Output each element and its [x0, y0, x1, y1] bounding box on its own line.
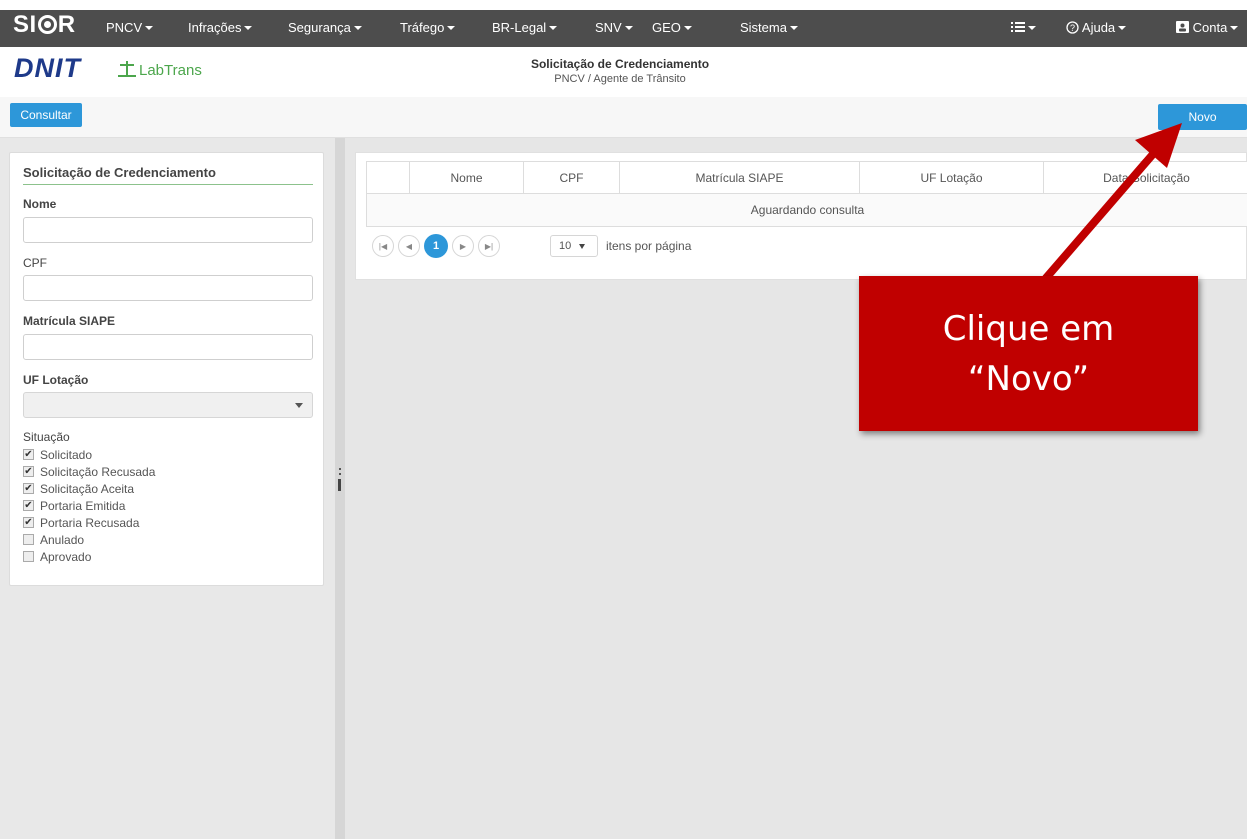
situacao-option[interactable]: ✔ Portaria Recusada — [23, 514, 139, 531]
title-divider — [23, 184, 313, 185]
novo-button[interactable]: Novo — [1158, 104, 1247, 130]
situacao-option[interactable]: ✔ Solicitação Aceita — [23, 480, 134, 497]
matricula-input[interactable] — [23, 334, 313, 360]
cpf-label: CPF — [23, 256, 47, 270]
first-page-icon[interactable]: |◀ — [372, 235, 394, 257]
column-data[interactable]: Data Solicitação — [1044, 162, 1247, 193]
consultar-button[interactable]: Consultar — [10, 103, 82, 127]
cpf-input[interactable] — [23, 275, 313, 301]
menu-pncv[interactable]: PNCV — [106, 20, 154, 35]
checkbox-checked-icon[interactable]: ✔ — [23, 500, 34, 511]
account-menu[interactable]: Conta — [1176, 20, 1239, 35]
checkbox-checked-icon[interactable]: ✔ — [23, 449, 34, 460]
caret-down-icon — [683, 26, 692, 30]
top-navbar: SI R PNCV Infrações Segurança Tráfego BR-… — [0, 0, 1247, 47]
help-menu[interactable]: ? Ajuda — [1066, 20, 1127, 35]
dropdown-arrow-icon — [579, 243, 586, 249]
annotation-callout: Clique em “Novo” — [859, 276, 1198, 431]
svg-text:?: ? — [1070, 23, 1075, 33]
column-cpf[interactable]: CPF — [524, 162, 620, 193]
menu-sistema[interactable]: Sistema — [740, 20, 798, 35]
situacao-option[interactable]: ✔ Solicitação Recusada — [23, 463, 155, 480]
main-content: Solicitação de Credenciamento Nome CPF M… — [0, 138, 1247, 839]
caret-down-icon — [1028, 26, 1036, 30]
page-header: DNIT LabTrans Solicitação de Credenciame… — [0, 47, 1247, 97]
situacao-option[interactable]: ✔ Portaria Emitida — [23, 497, 125, 514]
uf-label: UF Lotação — [23, 373, 89, 387]
situacao-option[interactable]: Aprovado — [23, 548, 91, 565]
dropdown-arrow-icon — [295, 403, 303, 408]
labtrans-icon — [118, 61, 136, 77]
current-page[interactable]: 1 — [424, 234, 448, 258]
situacao-label: Situação — [23, 430, 70, 444]
matricula-label: Matrícula SIAPE — [23, 314, 116, 328]
menu-geo[interactable]: GEO — [652, 20, 692, 35]
caret-down-icon — [145, 26, 154, 30]
caret-down-icon — [447, 26, 456, 30]
nome-input[interactable] — [23, 217, 313, 243]
situacao-option[interactable]: Anulado — [23, 531, 84, 548]
logo-o-icon — [37, 15, 57, 34]
last-page-icon[interactable]: ▶| — [478, 235, 500, 257]
user-card-icon — [1176, 21, 1189, 33]
column-select[interactable] — [367, 162, 410, 193]
checkbox-unchecked-icon[interactable] — [23, 534, 34, 545]
menu-br-legal[interactable]: BR-Legal — [492, 20, 558, 35]
list-menu-button[interactable] — [1011, 20, 1036, 35]
menu-infracoes[interactable]: Infrações — [188, 20, 253, 35]
sior-logo[interactable]: SI R — [13, 11, 76, 39]
column-matricula[interactable]: Matrícula SIAPE — [620, 162, 860, 193]
app-window: SI R PNCV Infrações Segurança Tráfego BR-… — [0, 0, 1247, 839]
results-column: Nome CPF Matrícula SIAPE UF Lotação Data… — [345, 138, 1247, 839]
breadcrumb: PNCV / Agente de Trânsito — [554, 73, 686, 85]
labtrans-logo: LabTrans — [118, 61, 202, 79]
caret-down-icon — [1230, 26, 1239, 30]
situacao-option[interactable]: ✔ Solicitado — [23, 446, 92, 463]
caret-down-icon — [353, 26, 362, 30]
action-toolbar: Consultar Novo — [0, 97, 1247, 138]
caret-down-icon — [1118, 26, 1127, 30]
checkbox-unchecked-icon[interactable] — [23, 551, 34, 562]
uf-select[interactable] — [23, 392, 313, 418]
caret-down-icon — [549, 26, 558, 30]
column-nome[interactable]: Nome — [410, 162, 524, 193]
checkbox-checked-icon[interactable]: ✔ — [23, 517, 34, 528]
checkbox-checked-icon[interactable]: ✔ — [23, 483, 34, 494]
panel-splitter[interactable] — [335, 138, 345, 839]
filter-title: Solicitação de Credenciamento — [23, 165, 216, 180]
results-grid: Nome CPF Matrícula SIAPE UF Lotação Data… — [355, 152, 1247, 280]
page-size-select[interactable]: 10 — [550, 235, 598, 257]
next-page-icon[interactable]: ▶ — [452, 235, 474, 257]
filter-column: Solicitação de Credenciamento Nome CPF M… — [0, 138, 335, 839]
nome-label: Nome — [23, 197, 57, 211]
grid-header: Nome CPF Matrícula SIAPE UF Lotação Data… — [366, 161, 1247, 194]
filter-panel: Solicitação de Credenciamento Nome CPF M… — [9, 152, 324, 586]
caret-down-icon — [244, 26, 253, 30]
pager: |◀ ◀ 1 ▶ ▶| 10 itens por página — [366, 227, 1247, 263]
page-size-label: itens por página — [606, 239, 692, 253]
caret-down-icon — [789, 26, 798, 30]
grid-status: Aguardando consulta — [366, 194, 1247, 227]
dnit-logo: DNIT — [14, 53, 81, 83]
caret-down-icon — [624, 26, 633, 30]
splitter-grip-icon[interactable] — [338, 468, 341, 508]
menu-seguranca[interactable]: Segurança — [288, 20, 362, 35]
menu-trafego[interactable]: Tráfego — [400, 20, 456, 35]
checkbox-checked-icon[interactable]: ✔ — [23, 466, 34, 477]
page-title: Solicitação de Credenciamento — [530, 57, 710, 71]
column-uf[interactable]: UF Lotação — [860, 162, 1044, 193]
help-circle-icon: ? — [1066, 21, 1079, 34]
list-icon — [1011, 22, 1025, 32]
menu-snv[interactable]: SNV — [595, 20, 633, 35]
prev-page-icon[interactable]: ◀ — [398, 235, 420, 257]
